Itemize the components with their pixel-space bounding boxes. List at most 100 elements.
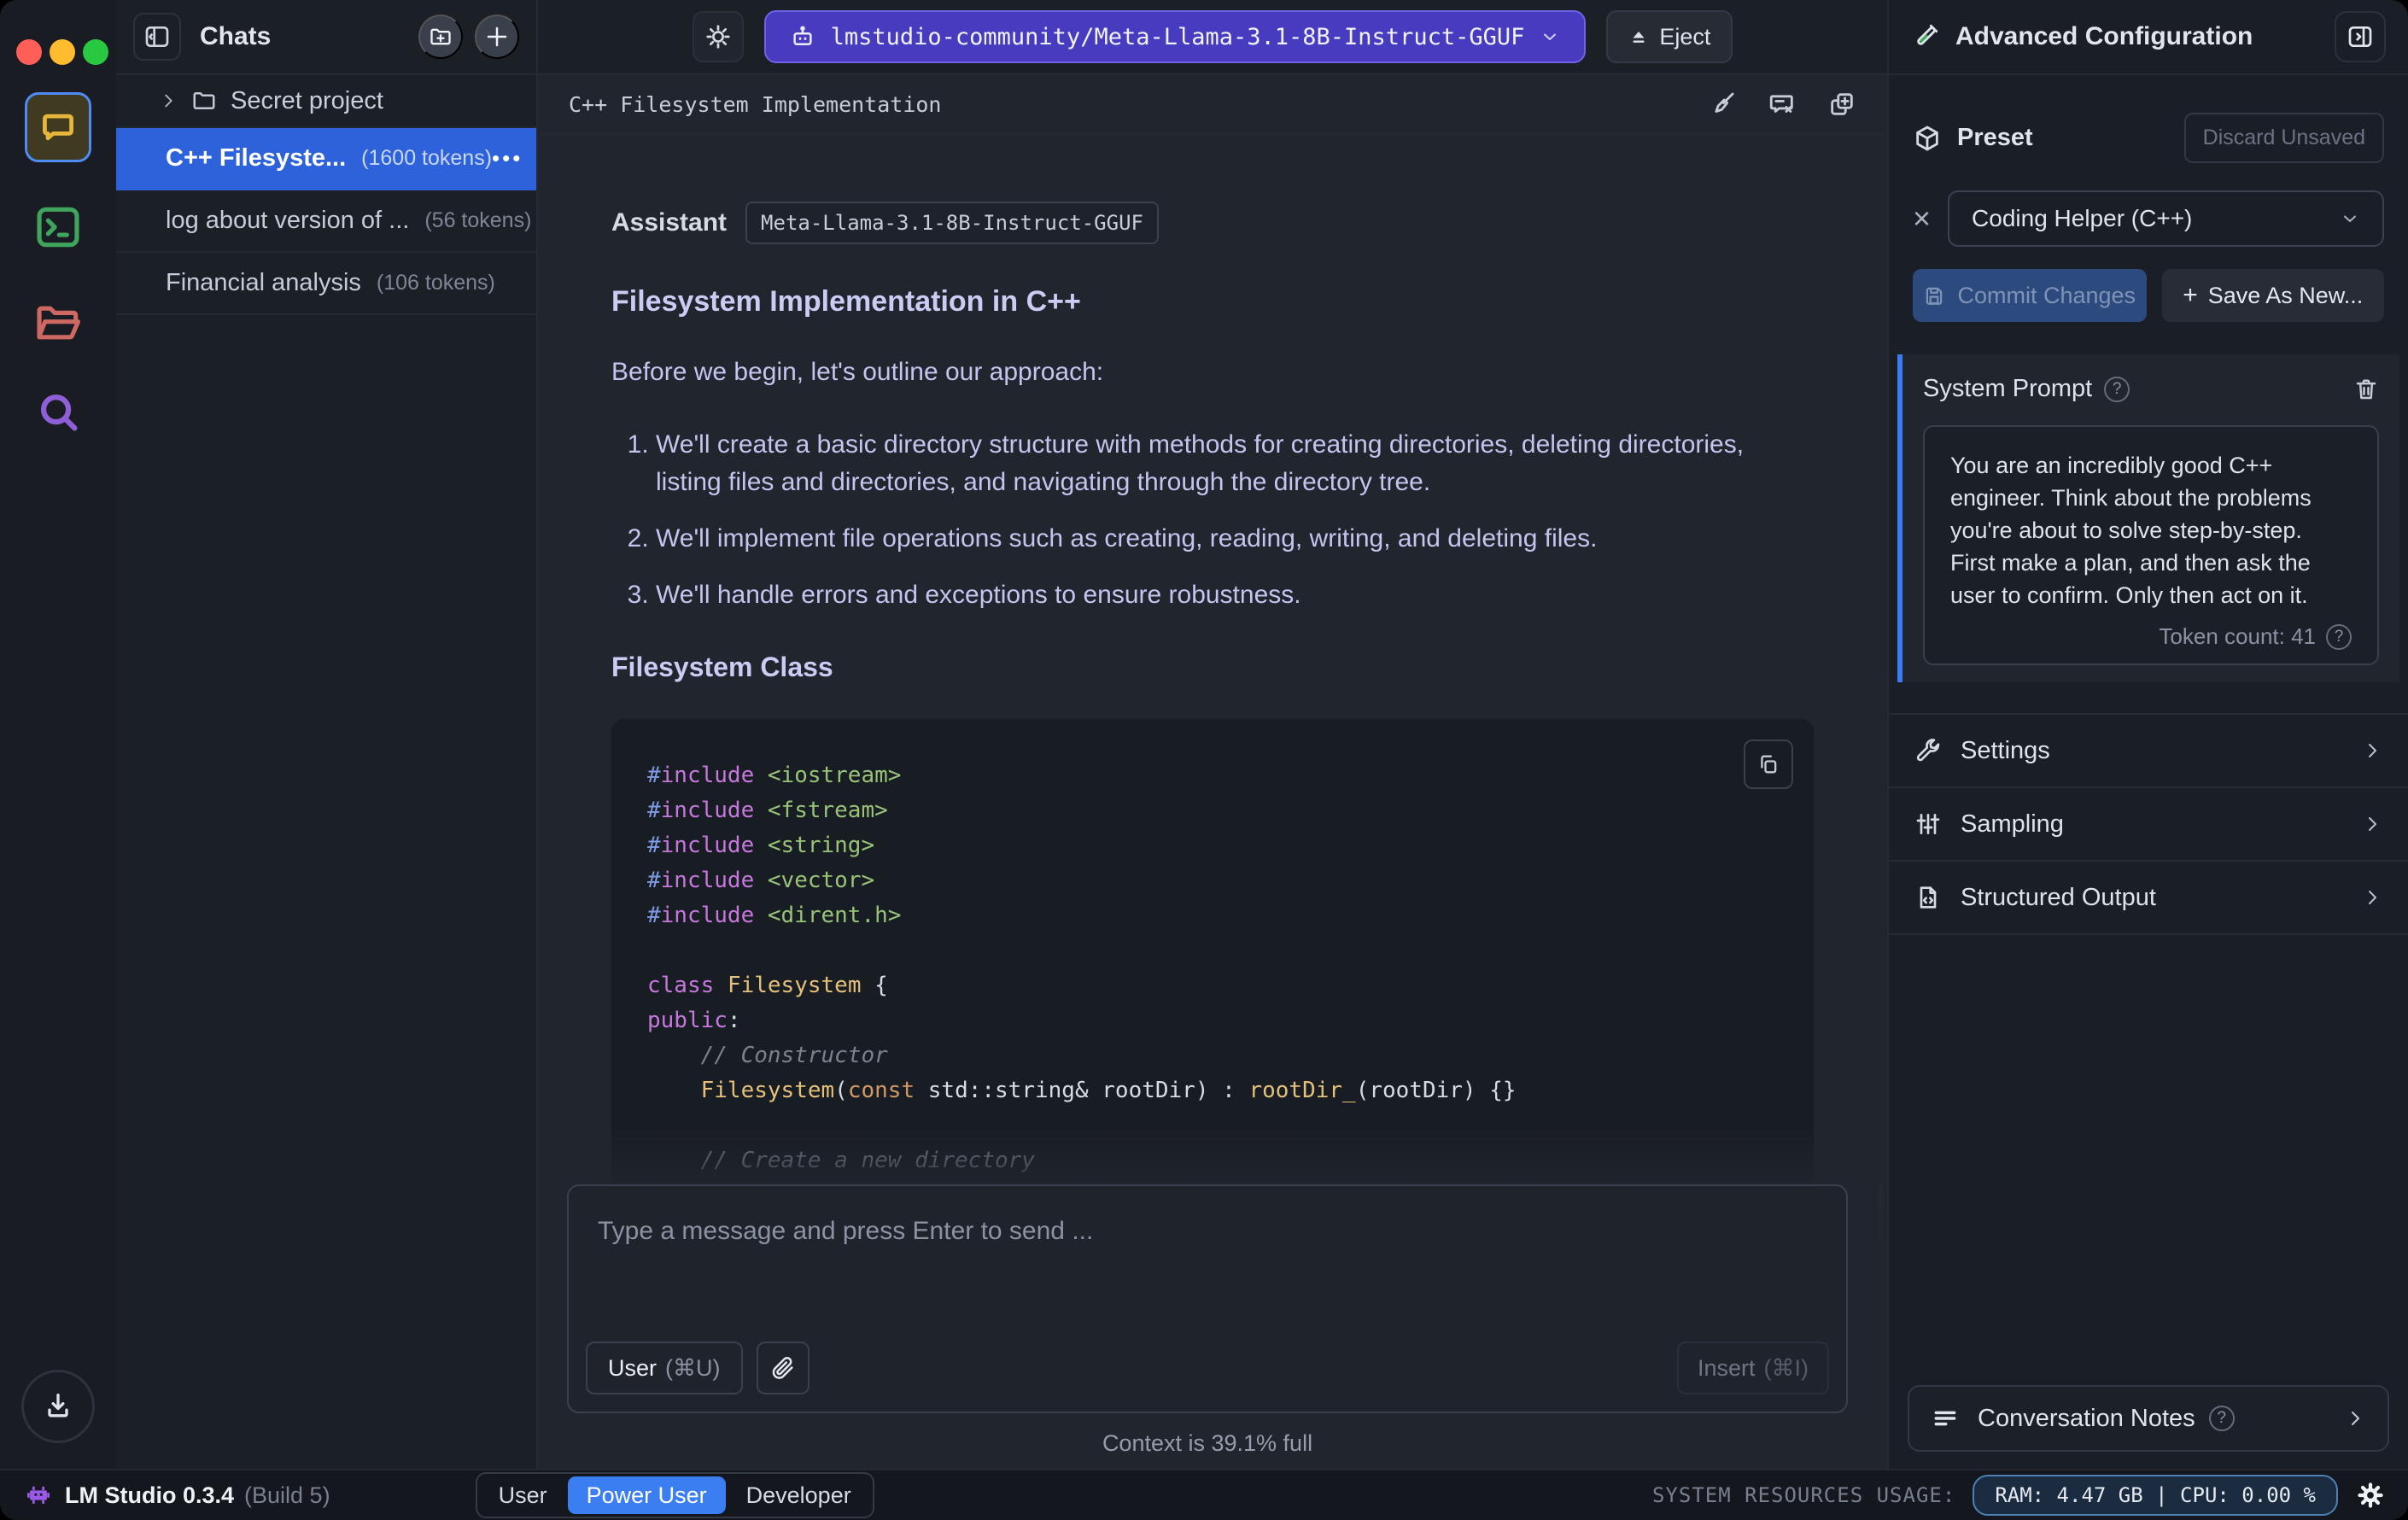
preset-box-icon [1913,124,1942,153]
trash-icon [2353,377,2379,402]
chat-title: C++ Filesystem Implementation [569,91,942,117]
section-label: Settings [1961,736,2050,764]
mode-user[interactable]: User [480,1476,566,1514]
section-label: Structured Output [1961,883,2156,911]
commit-changes-button[interactable]: Commit Changes [1913,269,2147,322]
folder-row-secret-project[interactable]: Secret project [116,75,536,128]
conversation-notes-label: Conversation Notes [1978,1404,2195,1432]
chevron-right-icon [2362,887,2382,908]
preset-dropdown-value: Coding Helper (C++) [1972,205,2193,231]
resource-usage-pill[interactable]: RAM: 4.47 GB | CPU: 0.00 % [1973,1475,2338,1516]
rail-item-chats[interactable] [0,92,116,162]
rail-item-discover[interactable] [0,387,116,436]
rail-item-my-models[interactable] [0,296,116,349]
system-prompt-text: You are an incredibly good C++ engineer.… [1950,453,2312,608]
message-step-2: We'll implement file operations such as … [656,520,1814,558]
panel-right-icon [2347,23,2374,50]
deselect-preset-button[interactable]: × [1913,203,1931,234]
help-icon[interactable]: ? [2104,376,2130,402]
duplicate-chat-icon[interactable] [1827,90,1856,119]
chevron-right-icon [2362,740,2382,761]
token-count-help-icon[interactable]: ? [2326,623,2352,650]
attach-file-button[interactable] [756,1342,809,1394]
conversation-notes-help-icon[interactable]: ? [2208,1406,2235,1431]
close-window-button[interactable] [16,39,42,65]
chat-item-token-count: (1600 tokens) [361,146,493,170]
notes-icon [1932,1405,1959,1432]
section-settings[interactable]: Settings [1889,715,2408,788]
config-sections: Settings Sampling Structured Output [1889,713,2408,935]
system-prompt-input[interactable]: You are an incredibly good C++ engineer.… [1923,425,2379,665]
insert-button[interactable]: Insert (⌘I) [1676,1342,1829,1394]
message-subheading: Filesystem Class [611,652,833,682]
message-input[interactable]: Type a message and press Enter to send .… [567,1184,1848,1413]
app-version: LM Studio 0.3.4 [65,1482,235,1508]
conversation-scroll-area[interactable]: Assistant Meta-Llama-3.1-8B-Instruct-GGU… [538,135,1887,1469]
settings-gear-icon[interactable] [2357,1482,2384,1509]
message-model-badge: Meta-Llama-3.1-8B-Instruct-GGUF [745,202,1159,244]
lm-studio-logo-icon [24,1481,53,1510]
loaded-model-selector[interactable]: lmstudio-community/Meta-Llama-3.1-8B-Ins… [763,10,1587,63]
rail-item-developer[interactable] [0,201,116,254]
mode-power-user[interactable]: Power User [567,1476,726,1514]
gear-icon [704,23,732,50]
section-sampling[interactable]: Sampling [1889,788,2408,862]
composer-actions: User (⌘U) Insert (⌘I) [586,1342,1829,1394]
copy-icon [1756,752,1780,776]
chat-bubble-icon [25,92,91,162]
robot-icon [790,24,815,50]
rail-item-downloads[interactable] [0,1370,116,1443]
discard-unsaved-button[interactable]: Discard Unsaved [2183,113,2384,163]
message-header: Assistant Meta-Llama-3.1-8B-Instruct-GGU… [611,202,1814,244]
clear-conversation-icon[interactable] [1768,90,1797,119]
main-chat-area: lmstudio-community/Meta-Llama-3.1-8B-Ins… [538,0,1889,1469]
composer-overlay: Type a message and press Enter to send .… [538,1125,1887,1469]
section-label: Sampling [1961,810,2064,838]
message-intro: Before we begin, let's outline our appro… [611,358,1104,386]
system-prompt-section: System Prompt ? You are an incredibly go… [1897,354,2399,682]
chat-item-menu-icon[interactable]: ••• [492,145,523,172]
minimize-window-button[interactable] [50,39,75,65]
zoom-window-button[interactable] [83,39,108,65]
mode-developer[interactable]: Developer [728,1476,870,1514]
collapse-right-panel-button[interactable] [2335,11,2386,62]
search-icon [33,387,83,436]
role-toggle-button[interactable]: User (⌘U) [586,1342,743,1394]
chat-item-title: log about version of ... [166,207,410,234]
app-build: (Build 5) [244,1482,330,1508]
preset-dropdown[interactable]: Coding Helper (C++) [1948,190,2384,247]
chat-item-token-count: (106 tokens) [376,271,495,295]
clean-brush-icon[interactable] [1708,90,1737,119]
save-as-new-button[interactable]: + Save As New... [2161,269,2384,322]
section-structured-output[interactable]: Structured Output [1889,862,2408,935]
delete-system-prompt-button[interactable] [2353,377,2379,402]
collapse-sidebar-button[interactable] [133,13,181,61]
folder-label: Secret project [231,86,383,114]
new-chat-button[interactable] [475,15,519,59]
advanced-config-header: Advanced Configuration [1889,0,2408,75]
eject-model-button[interactable]: Eject [1606,10,1733,63]
conversation-notes-button[interactable]: Conversation Notes ? [1908,1385,2389,1452]
chevron-down-icon [1540,26,1560,47]
code-line: #include <iostream> [647,763,902,788]
status-bar: LM Studio 0.3.4 (Build 5) User Power User… [0,1469,2408,1520]
chat-titlebar: C++ Filesystem Implementation [538,75,1887,135]
copy-code-button[interactable] [1744,740,1793,789]
eject-label: Eject [1659,23,1711,50]
traffic-lights [16,39,108,65]
chat-list-item-0[interactable]: C++ Filesyste... (1600 tokens) ••• [116,128,536,190]
folder-icon [32,296,85,349]
code-line: #include <dirent.h> [647,903,902,928]
context-usage-status: Context is 39.1% full [1102,1430,1313,1456]
model-settings-button[interactable] [692,11,744,62]
code-line: #include <vector> [647,868,875,893]
chat-item-token-count: (56 tokens) [424,208,532,232]
sidebar-header: Chats [116,0,536,75]
new-folder-button[interactable] [418,15,463,59]
chat-list-item-2[interactable]: Financial analysis (106 tokens) [116,253,536,315]
chevron-down-icon [2340,208,2360,229]
token-count: Token count: 41 [2159,623,2316,649]
sidebar-title: Chats [200,22,272,50]
preset-row: Preset Discard Unsaved [1913,113,2384,163]
chat-list-item-1[interactable]: log about version of ... (56 tokens) [116,190,536,253]
